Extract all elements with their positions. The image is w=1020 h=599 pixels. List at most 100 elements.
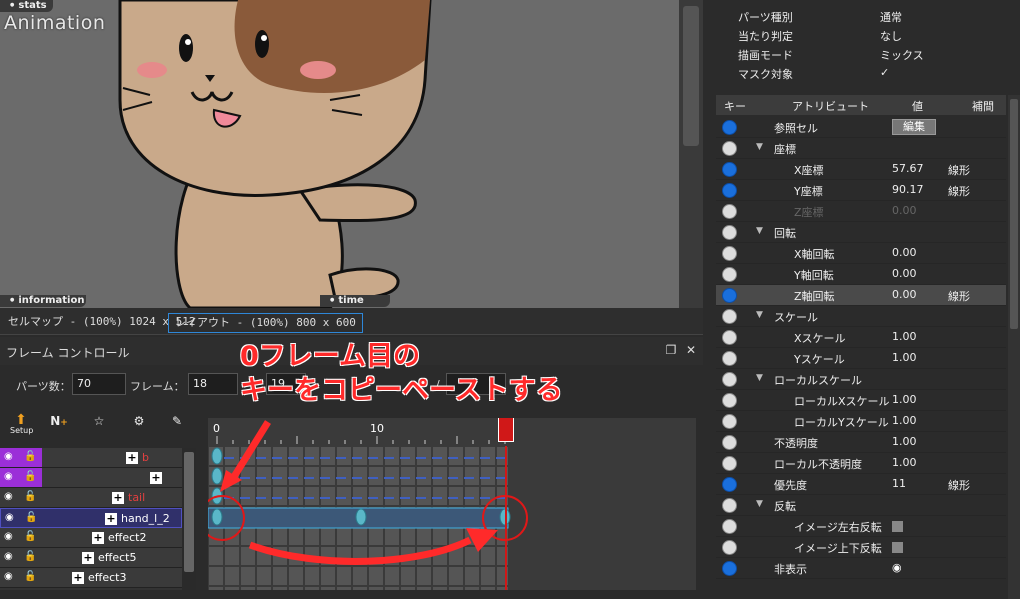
- expand-icon[interactable]: +: [92, 532, 104, 544]
- layer-row[interactable]: ◉ 🔓 + effect5: [0, 548, 182, 568]
- property-value[interactable]: なし: [880, 28, 902, 44]
- expand-icon[interactable]: +: [126, 452, 138, 464]
- collapse-icon[interactable]: ▼: [756, 310, 763, 320]
- key-toggle-icon[interactable]: [722, 498, 737, 513]
- key-toggle-icon[interactable]: [722, 393, 737, 408]
- attribute-row[interactable]: Y軸回転 0.00: [716, 264, 1006, 285]
- attribute-row[interactable]: Y座標 90.17 線形: [716, 180, 1006, 201]
- tab-layout[interactable]: レイアウト - (100%) 800 x 600: [168, 313, 363, 333]
- checkbox[interactable]: [892, 542, 903, 553]
- property-value[interactable]: ミックス: [880, 47, 924, 63]
- attribute-value[interactable]: 57.67: [892, 162, 924, 175]
- attribute-value[interactable]: 1.00: [892, 435, 917, 448]
- attribute-row[interactable]: ▼ スケール: [716, 306, 1006, 327]
- attribute-row[interactable]: 非表示 ◉: [716, 558, 1006, 579]
- expand-icon[interactable]: +: [105, 513, 117, 525]
- attribute-value[interactable]: 90.17: [892, 183, 924, 196]
- key-toggle-icon[interactable]: [722, 288, 737, 303]
- key-toggle-icon[interactable]: [722, 540, 737, 555]
- attribute-row[interactable]: X軸回転 0.00: [716, 243, 1006, 264]
- key-toggle-icon[interactable]: [722, 372, 737, 387]
- eye-icon[interactable]: ◉: [4, 492, 18, 502]
- animation-viewport[interactable]: stats Animation information time: [0, 0, 703, 308]
- eye-icon[interactable]: ◉: [5, 513, 19, 523]
- effect-add-icon[interactable]: ⚙: [128, 414, 150, 438]
- attribute-value[interactable]: 0.00: [892, 288, 917, 301]
- key-toggle-icon[interactable]: [722, 351, 737, 366]
- attribute-row[interactable]: ▼ 座標: [716, 138, 1006, 159]
- lock-icon[interactable]: 🔓: [24, 451, 36, 463]
- edit-button[interactable]: 編集: [892, 119, 936, 135]
- frame-field[interactable]: 18: [188, 373, 238, 395]
- eye-icon[interactable]: ◉: [892, 561, 902, 574]
- key-toggle-icon[interactable]: [722, 477, 737, 492]
- attribute-value[interactable]: 0.00: [892, 267, 917, 280]
- expand-icon[interactable]: +: [112, 492, 124, 504]
- key-toggle-icon[interactable]: [722, 309, 737, 324]
- eye-icon[interactable]: ◉: [4, 532, 18, 542]
- attribute-row[interactable]: Xスケール 1.00: [716, 327, 1006, 348]
- new-part-button[interactable]: N+: [48, 414, 70, 438]
- key-toggle-icon[interactable]: [722, 120, 737, 135]
- attribute-row[interactable]: Yスケール 1.00: [716, 348, 1006, 369]
- checkbox[interactable]: [892, 521, 903, 532]
- attribute-value[interactable]: 0.00: [892, 246, 917, 259]
- key-toggle-icon[interactable]: [722, 225, 737, 240]
- attribute-row[interactable]: ローカルXスケール 1.00: [716, 390, 1006, 411]
- key-toggle-icon[interactable]: [722, 456, 737, 471]
- expand-icon[interactable]: +: [82, 552, 94, 564]
- star-add-icon[interactable]: ☆: [88, 414, 110, 438]
- attribute-value[interactable]: 1.00: [892, 351, 917, 364]
- attribute-row[interactable]: ▼ 回転: [716, 222, 1006, 243]
- eye-icon[interactable]: ◉: [4, 452, 18, 462]
- expand-icon[interactable]: +: [72, 572, 84, 584]
- attribute-interp[interactable]: 線形: [948, 183, 970, 199]
- attribute-value[interactable]: 1.00: [892, 330, 917, 343]
- attribute-row[interactable]: 参照セル 編集: [716, 117, 1006, 138]
- undock-icon[interactable]: ❐: [664, 343, 678, 357]
- key-toggle-icon[interactable]: [722, 330, 737, 345]
- collapse-icon[interactable]: ▼: [756, 142, 763, 152]
- eye-icon[interactable]: ◉: [4, 472, 18, 482]
- key-toggle-icon[interactable]: [722, 267, 737, 282]
- key-toggle-icon[interactable]: [722, 414, 737, 429]
- key-toggle-icon[interactable]: [722, 561, 737, 576]
- attribute-interp[interactable]: 線形: [948, 162, 970, 178]
- key-toggle-icon[interactable]: [722, 435, 737, 450]
- attribute-value[interactable]: 11: [892, 477, 906, 490]
- attribute-row[interactable]: ローカルYスケール 1.00: [716, 411, 1006, 432]
- layer-row[interactable]: ◉ 🔓 + hand_l_2: [0, 508, 182, 528]
- key-toggle-icon[interactable]: [722, 246, 737, 261]
- lock-icon[interactable]: 🔓: [24, 571, 36, 583]
- collapse-icon[interactable]: ▼: [756, 373, 763, 383]
- property-value[interactable]: 通常: [880, 9, 902, 25]
- key-toggle-icon[interactable]: [722, 204, 737, 219]
- layer-row[interactable]: ◉ 🔓 + b: [0, 448, 182, 468]
- attribute-interp[interactable]: 線形: [948, 477, 970, 493]
- parts-count-field[interactable]: 70: [72, 373, 126, 395]
- eye-icon[interactable]: ◉: [4, 552, 18, 562]
- setup-button[interactable]: ⬆ Setup: [10, 413, 33, 438]
- key-toggle-icon[interactable]: [722, 183, 737, 198]
- attribute-row[interactable]: ローカル不透明度 1.00: [716, 453, 1006, 474]
- key-toggle-icon[interactable]: [722, 141, 737, 156]
- key-toggle-icon[interactable]: [722, 519, 737, 534]
- property-value[interactable]: ✓: [880, 66, 889, 79]
- layer-row[interactable]: ◉ 🔓 + effect2: [0, 528, 182, 548]
- attribute-value[interactable]: 1.00: [892, 456, 917, 469]
- properties-scrollbar[interactable]: [1008, 95, 1020, 599]
- lock-icon[interactable]: 🔓: [24, 471, 36, 483]
- attribute-row[interactable]: ▼ ローカルスケール: [716, 369, 1006, 390]
- collapse-icon[interactable]: ▼: [756, 226, 763, 236]
- attribute-row[interactable]: イメージ上下反転: [716, 537, 1006, 558]
- time-tab[interactable]: time: [320, 295, 390, 307]
- close-icon[interactable]: ✕: [684, 343, 698, 357]
- attribute-row[interactable]: X座標 57.67 線形: [716, 159, 1006, 180]
- stats-tab[interactable]: stats: [0, 0, 53, 12]
- lock-icon[interactable]: 🔓: [24, 491, 36, 503]
- key-toggle-icon[interactable]: [722, 162, 737, 177]
- attribute-row[interactable]: ▼ 反転: [716, 495, 1006, 516]
- attribute-value[interactable]: 1.00: [892, 393, 917, 406]
- attribute-row[interactable]: イメージ左右反転: [716, 516, 1006, 537]
- layer-row[interactable]: ◉ 🔓 + effect3: [0, 568, 182, 588]
